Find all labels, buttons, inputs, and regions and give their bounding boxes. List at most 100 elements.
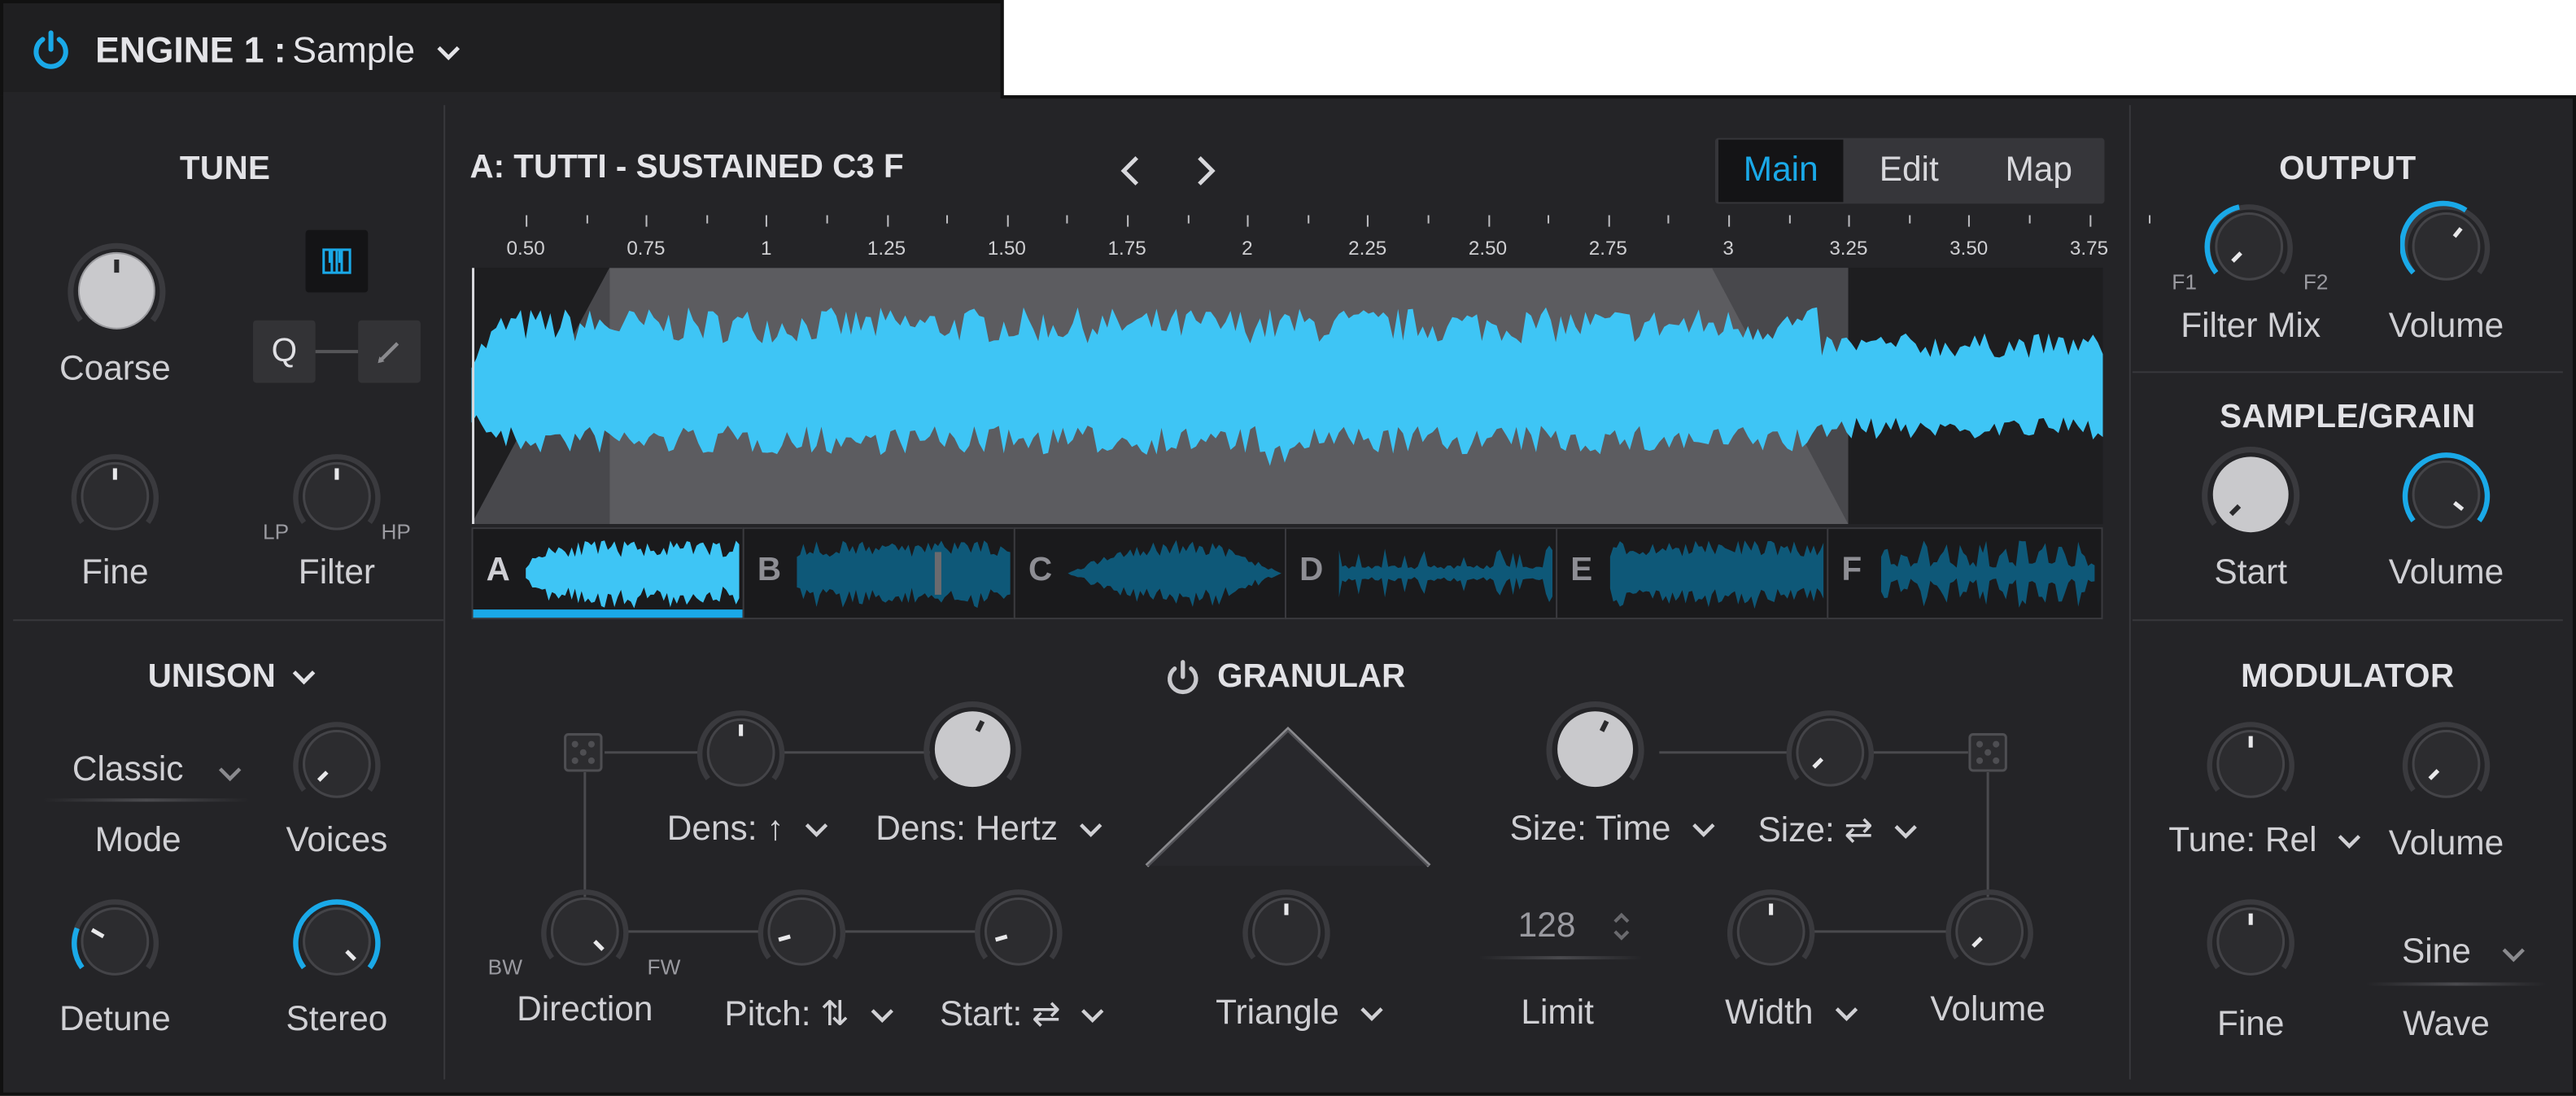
ruler-tick-label: 2.50 [1468,236,1508,260]
stepper-icon[interactable] [1610,907,1633,946]
ruler-minor-tick [586,215,588,224]
sample-slot-c[interactable]: C [1013,527,1286,620]
tab-map[interactable]: Map [1975,140,2102,203]
tab-edit[interactable]: Edit [1847,140,1971,203]
modulator-fine-knob[interactable] [2205,895,2297,987]
sample-slot-e[interactable]: E [1556,527,1829,620]
filter-knob[interactable] [290,450,382,542]
slot-letter: B [757,552,782,588]
slot-letter: C [1028,552,1053,588]
unison-mode-select[interactable]: Classic [42,748,250,804]
density-mod-label: Dens: ↑ [666,810,784,848]
detune-knob[interactable] [69,895,161,987]
unison-select[interactable]: UNISON [148,659,318,696]
sample-slot-d[interactable]: D [1284,527,1558,620]
divider [13,619,444,622]
width-select[interactable]: Width [1725,994,1859,1033]
ruler-minor-tick [1187,215,1190,224]
size-knob[interactable] [1544,698,1646,800]
direction-knob[interactable] [539,885,631,977]
ruler-tick [2089,215,2091,227]
modulator-volume-knob[interactable] [2400,718,2492,810]
voices-knob[interactable] [290,718,382,810]
density-mod-select[interactable]: Dens: ↑ [667,810,830,849]
width-knob[interactable] [1725,885,1817,977]
chevron-down-icon [805,823,828,837]
slot-thumbnail [1880,540,2095,608]
output-title: OUTPUT [2279,151,2417,188]
power-icon[interactable] [1164,659,1203,698]
divider [2132,619,2563,622]
sample-start-knob[interactable] [2200,443,2302,545]
density-units-select[interactable]: Dens: Hertz [875,810,1103,849]
slot-thumbnail [1338,545,1553,603]
chevron-down-icon [1081,1009,1105,1024]
granular-title: GRANULAR [1217,658,1406,696]
ruler-tick-label: 1.75 [1107,236,1146,260]
filter-q-button[interactable]: Q [252,320,316,383]
tab-main[interactable]: Main [1718,139,1844,203]
detune-label: Detune [59,1000,171,1039]
density-units-label: Dens: Hertz [875,810,1059,848]
sample-slot-b[interactable]: B [742,527,1015,620]
granular-volume-knob[interactable] [1944,885,2036,977]
start-mod-select[interactable]: Start: ⇄ [940,994,1107,1035]
sample-slot-f[interactable]: F [1827,527,2103,620]
draw-button[interactable] [358,320,421,383]
ruler-minor-tick [1788,215,1791,224]
ruler-minor-tick [2028,215,2031,224]
size-units-select[interactable]: Size: Time [1510,810,1717,849]
size-mod-select[interactable]: Size: ⇄ [1757,810,1919,850]
modulator-wave-label: Wave [2403,1005,2490,1044]
ruler-tick [1608,215,1610,227]
keyboard-tracking-button[interactable] [305,229,369,293]
pitch-mod-select[interactable]: Pitch: ⇅ [724,994,895,1035]
pitch-mod-knob[interactable] [756,885,848,977]
modulator-volume-label: Volume [2388,824,2504,863]
chevron-left-icon[interactable] [1117,155,1146,187]
filter-label: Filter [298,553,376,592]
ruler-tick [645,215,648,227]
sample-slot-a[interactable]: A [471,527,744,620]
density-knob[interactable] [922,698,1024,800]
start-mod-knob[interactable] [972,885,1064,977]
size-mod-label: Size: ⇄ [1757,811,1874,849]
ruler-tick-label: 3 [1722,236,1734,260]
dice-icon[interactable] [562,731,605,774]
chevron-down-icon [1894,825,1917,839]
modulator-tune-select[interactable]: Tune: Rel [2168,822,2362,861]
fine-knob[interactable] [69,450,161,542]
direction-label: Direction [517,990,653,1028]
sample-volume-knob[interactable] [2400,448,2492,540]
ruler-minor-tick [1908,215,1910,224]
ruler-tick [526,215,528,227]
pencil-icon [378,342,399,364]
direction-fw-label: FW [647,954,681,980]
modulator-tune-label: Tune: Rel [2168,821,2317,860]
limit-stepper[interactable]: 128 [1478,904,1644,960]
chevron-right-icon[interactable] [1190,155,1219,187]
power-icon[interactable] [29,29,72,72]
engine-type-select[interactable]: Sample [292,29,461,72]
coarse-knob[interactable] [66,240,168,342]
filter-mix-knob[interactable] [2203,200,2295,292]
modulator-tune-knob[interactable] [2205,718,2297,810]
envelope-knob[interactable] [1240,885,1332,977]
engine-type-value: Sample [292,29,416,71]
ruler-tick [1127,215,1129,227]
voices-label: Voices [286,821,388,860]
stereo-knob[interactable] [290,895,382,987]
output-volume-knob[interactable] [2399,200,2492,292]
envelope-shape-select[interactable]: Triangle [1216,994,1385,1033]
modulator-wave-select[interactable]: Sine [2365,932,2547,988]
ruler-tick-label: 0.75 [627,236,666,260]
chevron-down-icon [1079,823,1102,837]
chevron-down-icon [1692,823,1715,837]
dice-icon[interactable] [1967,731,2009,774]
slot-thumbnail [797,540,1011,609]
waveform-display[interactable] [471,268,2103,525]
size-mod-knob[interactable] [1784,706,1876,798]
slot-letter: D [1299,552,1324,588]
density-mod-knob[interactable] [695,706,787,798]
ruler-minor-tick [946,215,949,224]
